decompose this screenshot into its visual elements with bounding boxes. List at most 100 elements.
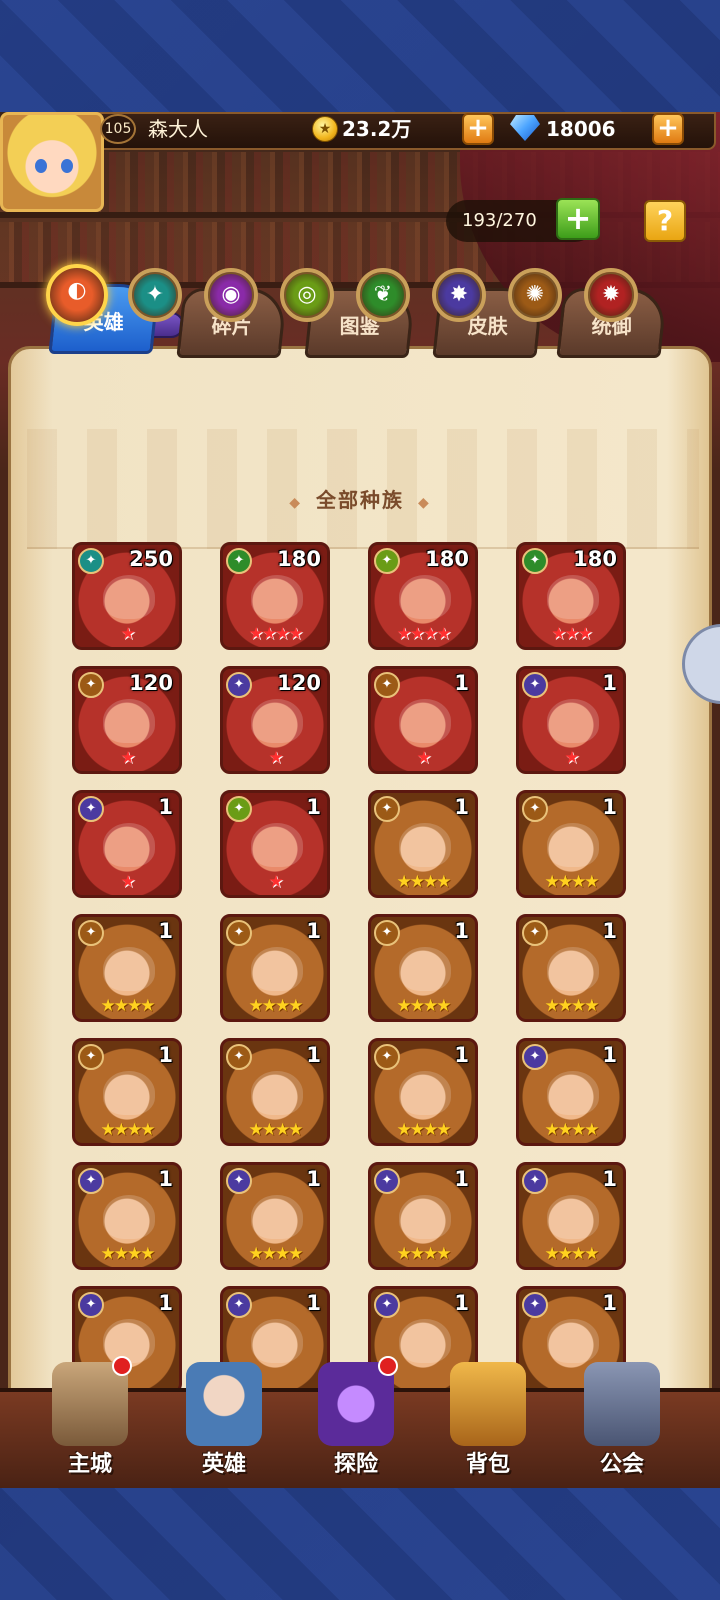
race-badge-icon: ✦ bbox=[374, 1168, 400, 1194]
hero-card[interactable]: ✦ 1 ★ bbox=[72, 790, 182, 898]
hero-stars: ★★★★ bbox=[396, 872, 452, 892]
hero-stars: ★ bbox=[120, 624, 135, 644]
hero-level: 1 bbox=[454, 671, 469, 695]
hero-stars: ★★★★ bbox=[248, 1244, 304, 1264]
hero-card[interactable]: ✦ 1 ★★★★ bbox=[72, 914, 182, 1022]
hero-card[interactable]: ✦ 1 ★★★★ bbox=[368, 914, 478, 1022]
all-races-icon[interactable]: ◐ bbox=[46, 264, 108, 326]
diamond-decor-icon: ◆ bbox=[418, 495, 431, 511]
expand-capacity-button[interactable]: + bbox=[556, 198, 600, 240]
nav-label: 探险 bbox=[333, 1452, 378, 1477]
hero-card[interactable]: ✦ 1 ★★★★ bbox=[368, 1162, 478, 1270]
nav-item-3[interactable]: 背包 bbox=[428, 1362, 548, 1488]
nav-item-2[interactable]: 探险 bbox=[296, 1356, 416, 1488]
hero-card[interactable]: ✦ 1 ★★★★ bbox=[516, 1038, 626, 1146]
hero-portrait bbox=[547, 823, 599, 867]
hero-stars: ★★★★ bbox=[396, 996, 452, 1016]
player-avatar[interactable] bbox=[0, 112, 104, 212]
hero-card[interactable]: ✦ 1 ★★★★ bbox=[220, 1162, 330, 1270]
race-badge-icon: ✦ bbox=[522, 920, 548, 946]
guild-tower-icon bbox=[584, 1362, 660, 1446]
race-green-eye-icon[interactable]: ◎ bbox=[280, 268, 334, 322]
hero-card[interactable]: ✦ 250 ★ bbox=[72, 542, 182, 650]
race-red-icon[interactable]: ✹ bbox=[584, 268, 638, 322]
hero-portrait bbox=[399, 699, 451, 743]
gold-amount: 23.2万 bbox=[342, 117, 412, 141]
hero-card[interactable]: ✦ 180 ★★★★ bbox=[368, 542, 478, 650]
add-gems-button[interactable]: + bbox=[652, 113, 684, 145]
race-badge-icon: ✦ bbox=[78, 1168, 104, 1194]
hero-card[interactable]: ✦ 1 ★★★★ bbox=[516, 790, 626, 898]
hero-card[interactable]: ✦ 1 ★★★★ bbox=[72, 1162, 182, 1270]
nav-label: 背包 bbox=[465, 1452, 510, 1477]
hero-card[interactable]: ✦ 1 ★★★★ bbox=[516, 914, 626, 1022]
race-badge-icon: ✦ bbox=[226, 672, 252, 698]
race-light-icon[interactable]: ✺ bbox=[508, 268, 562, 322]
hero-level: 1 bbox=[158, 1043, 173, 1067]
race-badge-icon: ✦ bbox=[226, 920, 252, 946]
hero-portrait bbox=[399, 823, 451, 867]
hero-level: 1 bbox=[158, 919, 173, 943]
hero-card[interactable]: ✦ 1 ★★★★ bbox=[72, 1038, 182, 1146]
player-name: 森大人 bbox=[148, 117, 208, 141]
diamond-decor-icon: ◆ bbox=[289, 495, 302, 511]
hero-level: 1 bbox=[158, 1167, 173, 1191]
race-purple-icon[interactable]: ◉ bbox=[204, 268, 258, 322]
hero-portrait bbox=[251, 947, 303, 991]
race-badge-icon: ✦ bbox=[522, 672, 548, 698]
hero-level: 180 bbox=[425, 547, 469, 571]
hero-level: 1 bbox=[306, 919, 321, 943]
race-badge-icon: ✦ bbox=[78, 672, 104, 698]
nav-item-1[interactable]: 英雄 bbox=[164, 1362, 284, 1488]
hero-level: 1 bbox=[602, 919, 617, 943]
hero-card[interactable]: ✦ 1 ★★★★ bbox=[220, 914, 330, 1022]
race-demon-icon[interactable]: ✸ bbox=[432, 268, 486, 322]
race-badge-icon: ✦ bbox=[78, 548, 104, 574]
hero-level: 1 bbox=[454, 1291, 469, 1315]
race-badge-icon: ✦ bbox=[226, 1168, 252, 1194]
avatar-eye bbox=[61, 159, 73, 173]
race-badge-icon: ✦ bbox=[374, 1044, 400, 1070]
race-badge-icon: ✦ bbox=[78, 1292, 104, 1318]
hero-level: 1 bbox=[454, 795, 469, 819]
hero-card[interactable]: ✦ 1 ★ bbox=[516, 666, 626, 774]
hero-stars: ★★★★ bbox=[100, 1120, 156, 1140]
hero-portrait bbox=[103, 1319, 155, 1363]
hero-level: 1 bbox=[454, 1167, 469, 1191]
race-badge-icon: ✦ bbox=[78, 796, 104, 822]
hero-card[interactable]: ✦ 1 ★★★★ bbox=[516, 1162, 626, 1270]
hero-portrait bbox=[251, 575, 303, 619]
hero-portrait bbox=[399, 947, 451, 991]
hero-card[interactable]: ✦ 180 ★★★★ bbox=[220, 542, 330, 650]
race-leaf-icon[interactable]: ❦ bbox=[356, 268, 410, 322]
hero-card[interactable]: ✦ 120 ★ bbox=[72, 666, 182, 774]
hero-card[interactable]: ✦ 1 ★ bbox=[220, 790, 330, 898]
hero-level: 180 bbox=[277, 547, 321, 571]
nav-item-0[interactable]: 主城 bbox=[30, 1356, 150, 1488]
hero-stars: ★★★★ bbox=[544, 872, 600, 892]
race-aqua-icon[interactable]: ✦ bbox=[128, 268, 182, 322]
add-gold-button[interactable]: + bbox=[462, 113, 494, 145]
nav-label: 主城 bbox=[67, 1452, 112, 1477]
filter-label-text: 全部种族 bbox=[316, 488, 404, 512]
race-badge-icon: ✦ bbox=[522, 796, 548, 822]
hero-portrait bbox=[547, 1071, 599, 1115]
help-button[interactable]: ? bbox=[644, 200, 686, 242]
hero-card[interactable]: ✦ 1 ★★★★ bbox=[368, 790, 478, 898]
hero-card[interactable]: ✦ 1 ★ bbox=[368, 666, 478, 774]
hero-card[interactable]: ✦ 120 ★ bbox=[220, 666, 330, 774]
hero-card[interactable]: ✦ 180 ★★★ bbox=[516, 542, 626, 650]
hero-stars: ★★★★ bbox=[100, 996, 156, 1016]
race-badge-icon: ✦ bbox=[522, 1292, 548, 1318]
hero-stars: ★ bbox=[416, 748, 431, 768]
hero-card[interactable]: ✦ 1 ★★★★ bbox=[220, 1038, 330, 1146]
player-level: 105 bbox=[100, 114, 136, 144]
hero-stars: ★ bbox=[268, 748, 283, 768]
race-badge-icon: ✦ bbox=[522, 1168, 548, 1194]
hero-stars: ★★★★ bbox=[396, 1120, 452, 1140]
hero-card[interactable]: ✦ 1 ★★★★ bbox=[368, 1038, 478, 1146]
hero-level: 1 bbox=[306, 1291, 321, 1315]
nav-label: 公会 bbox=[599, 1452, 644, 1477]
hero-level: 1 bbox=[306, 1167, 321, 1191]
nav-item-4[interactable]: 公会 bbox=[562, 1362, 682, 1488]
